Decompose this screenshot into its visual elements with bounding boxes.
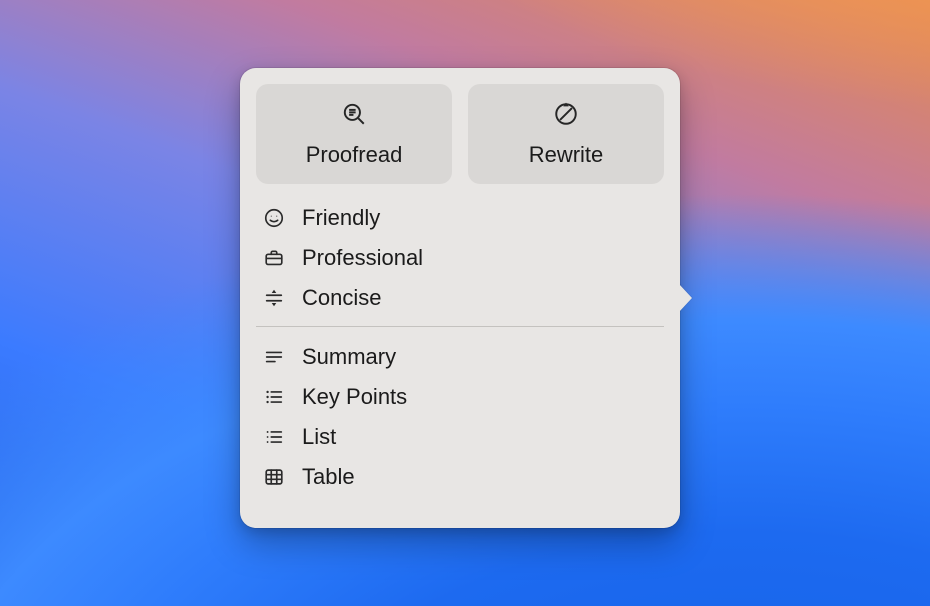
rewrite-icon — [553, 101, 579, 132]
table-icon — [262, 465, 286, 489]
smile-icon — [262, 206, 286, 230]
format-section: Summary Key Points — [256, 337, 664, 497]
bullet-list-icon — [262, 385, 286, 409]
menu-item-label: Key Points — [302, 384, 407, 410]
menu-item-concise[interactable]: Concise — [256, 278, 664, 318]
menu-item-label: Concise — [302, 285, 381, 311]
menu-item-list[interactable]: List — [256, 417, 664, 457]
menu-item-friendly[interactable]: Friendly — [256, 198, 664, 238]
list-icon — [262, 425, 286, 449]
briefcase-icon — [262, 246, 286, 270]
menu-item-label: Friendly — [302, 205, 380, 231]
menu-item-table[interactable]: Table — [256, 457, 664, 497]
menu-item-label: Table — [302, 464, 355, 490]
menu-item-label: Professional — [302, 245, 423, 271]
proofread-icon — [341, 101, 367, 132]
rewrite-button[interactable]: Rewrite — [468, 84, 664, 184]
menu-item-summary[interactable]: Summary — [256, 337, 664, 377]
tone-section: Friendly Professional — [256, 198, 664, 318]
menu-item-professional[interactable]: Professional — [256, 238, 664, 278]
menu-item-label: List — [302, 424, 336, 450]
rewrite-label: Rewrite — [529, 142, 604, 168]
writing-tools-popover: Proofread Rewrite — [240, 68, 680, 528]
summary-icon — [262, 345, 286, 369]
menu-item-label: Summary — [302, 344, 396, 370]
proofread-label: Proofread — [306, 142, 403, 168]
menu-item-key-points[interactable]: Key Points — [256, 377, 664, 417]
concise-icon — [262, 286, 286, 310]
top-button-row: Proofread Rewrite — [256, 84, 664, 184]
separator — [256, 326, 664, 327]
proofread-button[interactable]: Proofread — [256, 84, 452, 184]
